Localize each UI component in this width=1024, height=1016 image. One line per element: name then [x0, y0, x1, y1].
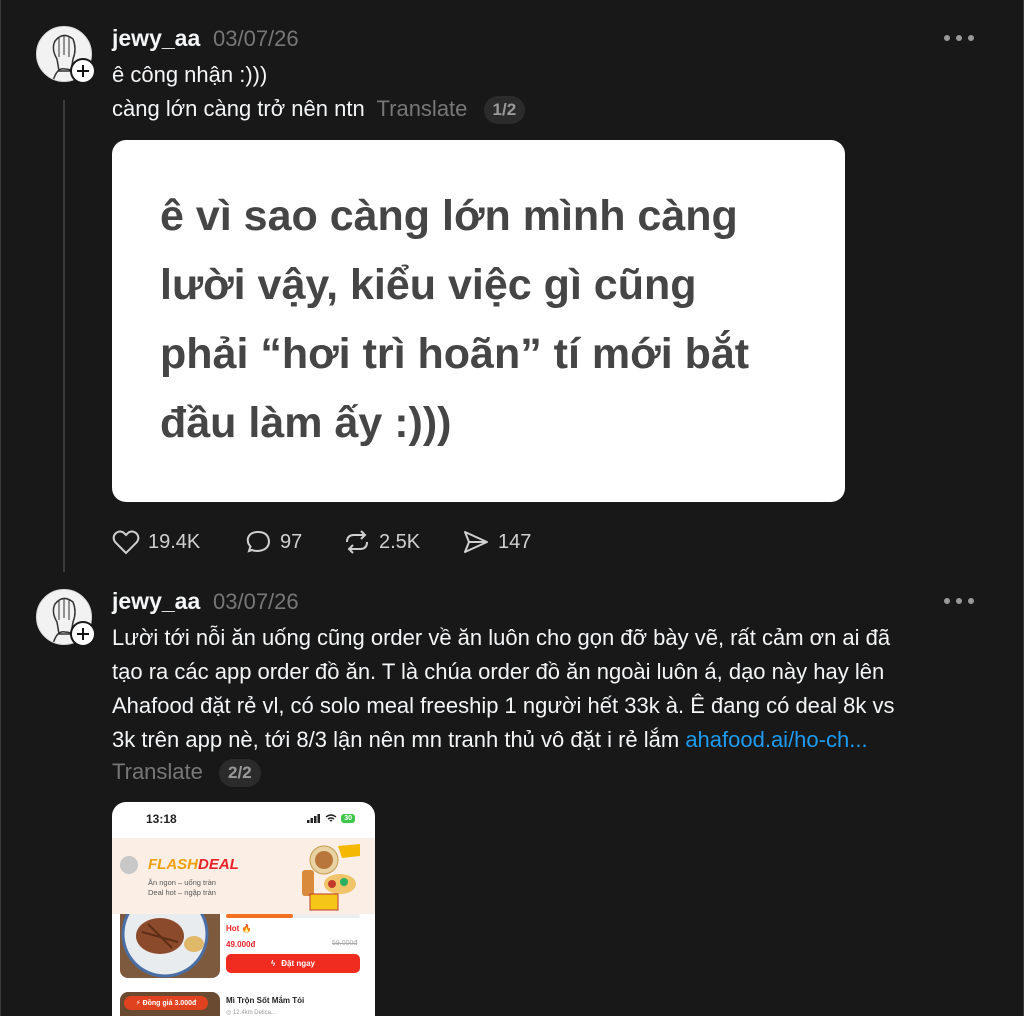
like-button[interactable]: 19.4K	[112, 528, 200, 556]
progress-fill	[226, 914, 293, 918]
quote-image[interactable]: ê vì sao càng lớn mình càng lười vậy, ki…	[112, 140, 845, 502]
quote-line: lười vậy, kiểu việc gì cũng	[160, 261, 697, 309]
deal-price: 49.000đ	[226, 940, 256, 949]
food-image	[120, 914, 220, 978]
back-icon	[120, 856, 138, 874]
more-options-icon[interactable]	[944, 596, 974, 606]
post-text: càng lớn càng trở nên ntn	[112, 96, 365, 121]
follow-plus-icon[interactable]	[70, 621, 96, 647]
post-text-line: ê công nhận :)))	[112, 62, 268, 87]
translate-link[interactable]: Translate	[112, 759, 203, 784]
translate-link[interactable]: Translate	[377, 96, 468, 121]
reply-count: 97	[280, 530, 303, 553]
wifi-icon	[325, 814, 337, 822]
phone-status-bar: 13:18 30	[112, 812, 375, 830]
share-button[interactable]: 147	[462, 528, 531, 556]
deal-card: Hot 🔥 49.000đ 59.000đ ϟ Đặt ngay	[120, 914, 367, 978]
order-now-button: ϟ Đặt ngay	[226, 954, 360, 973]
post-text-line: Ahafood đặt rẻ vl, có solo meal freeship…	[112, 693, 895, 718]
external-link[interactable]: ahafood.ai/ho-ch...	[685, 727, 867, 752]
post-date[interactable]: 03/07/26	[213, 589, 299, 615]
reply-button[interactable]: 97	[244, 528, 302, 556]
post-text-line: tạo ra các app order đồ ăn. T là chúa or…	[112, 659, 885, 684]
quote-line: đầu làm ấy :)))	[160, 399, 452, 447]
food-illustration	[302, 844, 360, 911]
battery-icon: 30	[341, 814, 355, 823]
post-text: 3k trên app nè, tới 8/3 lận nên mn tranh…	[112, 727, 686, 752]
phone-indicators: 30	[307, 814, 355, 823]
username[interactable]: jewy_aa	[112, 588, 200, 615]
banner-subtitle: Deal hot – ngập tràn	[148, 888, 216, 897]
heart-icon	[112, 530, 140, 555]
signal-icon	[307, 814, 321, 823]
follow-plus-icon[interactable]	[70, 58, 96, 84]
quote-line: phải “hơi trì hoãn” tí mới bắt	[160, 330, 750, 378]
phone-time: 13:18	[146, 812, 177, 826]
thread-connector	[63, 100, 65, 572]
send-icon	[464, 531, 488, 553]
item-meta: ◎ 12.4km Delica...	[226, 1010, 276, 1016]
translate-row: Translate 2/2	[112, 759, 261, 788]
flash-deal-banner: FLASHDEAL Ăn ngon – uống tràn Deal hot –…	[112, 838, 375, 914]
item-name: Mì Trộn Sốt Mắm Tỏi	[226, 996, 305, 1005]
post-text-line: càng lớn càng trở nên ntn Translate 1/2	[112, 96, 526, 125]
repost-icon	[346, 530, 368, 554]
repost-button[interactable]: 2.5K	[343, 528, 420, 556]
more-options-icon[interactable]	[944, 33, 974, 43]
banner-subtitle: Ăn ngon – uống tràn	[148, 878, 216, 887]
avatar[interactable]	[36, 589, 96, 647]
flat-price-tag: ⚡ Đồng giá 3.000đ	[124, 996, 208, 1010]
hot-label: Hot 🔥	[226, 924, 252, 933]
quote-line: ê vì sao càng lớn mình càng	[160, 192, 738, 240]
order-now-label: Đặt ngay	[281, 959, 316, 968]
sold-progress-bar	[226, 914, 360, 918]
flash-deal-title: FLASHDEAL	[148, 856, 239, 873]
post-text-line: 3k trên app nè, tới 8/3 lận nên mn tranh…	[112, 727, 868, 753]
post-text-line: Lười tới nỗi ăn uống cũng order về ăn lu…	[112, 625, 891, 650]
comment-icon	[246, 530, 271, 553]
share-count: 147	[498, 530, 532, 553]
page-indicator: 2/2	[219, 759, 261, 788]
left-border	[0, 0, 1, 1016]
avatar[interactable]	[36, 26, 96, 84]
page-indicator: 1/2	[483, 96, 526, 125]
repost-count: 2.5K	[379, 530, 421, 553]
like-count: 19.4K	[148, 530, 201, 553]
post-date[interactable]: 03/07/26	[213, 26, 299, 52]
username[interactable]: jewy_aa	[112, 25, 200, 52]
app-screenshot-image[interactable]: 13:18 30 FLASHDEAL Ăn ngon – uống tràn D…	[112, 802, 375, 1016]
deal-card: ⚡ Đồng giá 3.000đ Mì Trộn Sốt Mắm Tỏi ◎ …	[120, 992, 367, 1016]
original-price: 59.000đ	[332, 940, 358, 947]
lightning-icon: ϟ	[270, 959, 276, 968]
